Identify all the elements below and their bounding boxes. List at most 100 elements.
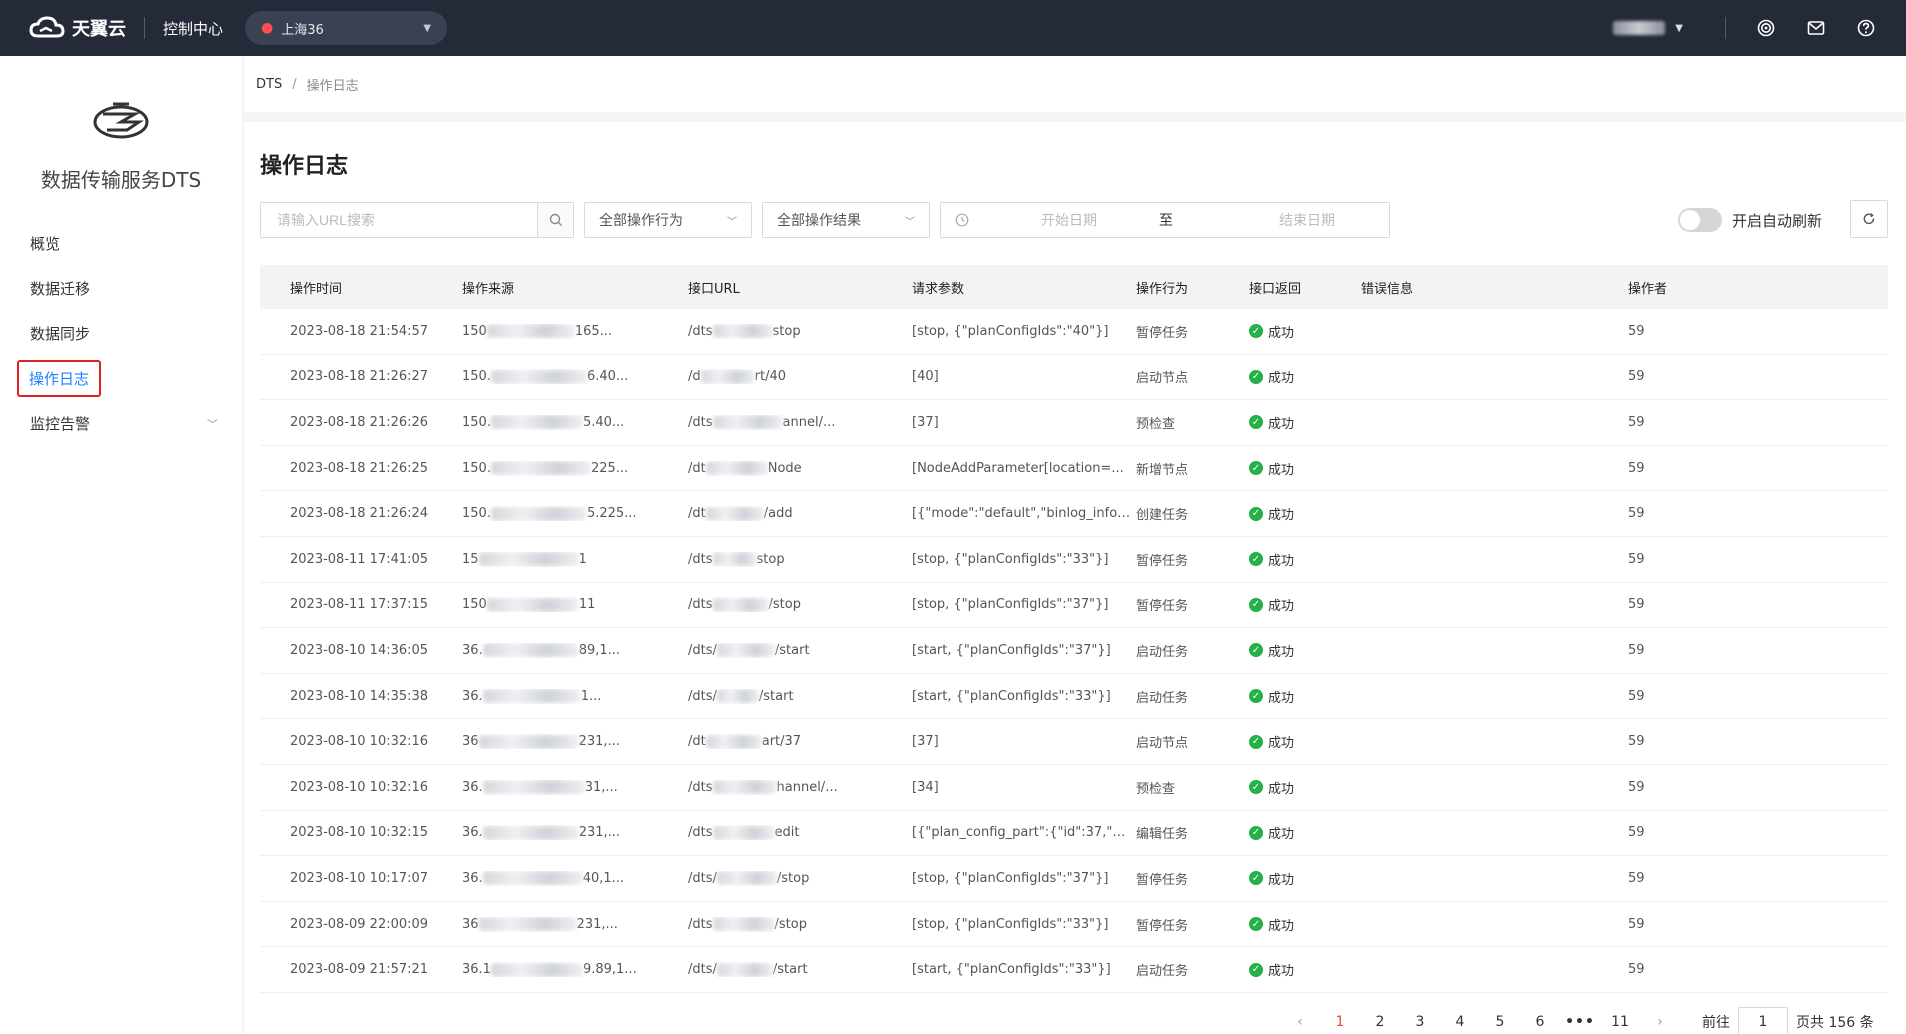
- request-params: [stop, {"planConfigIds":"37"}]: [912, 597, 1109, 613]
- request-params: [start, {"planConfigIds":"33"}]: [912, 962, 1111, 978]
- refresh-icon: [1863, 213, 1875, 225]
- interface-url: /dt art/37: [688, 734, 912, 749]
- interface-result: ✓ 成功: [1249, 823, 1361, 842]
- source-prefix: 36.: [462, 642, 483, 658]
- redacted-url: [716, 962, 773, 977]
- result-filter-select[interactable]: 全部操作结果 ﹀: [762, 202, 930, 238]
- interface-url: /dts stop: [688, 552, 912, 567]
- operation-time: 2023-08-18 21:54:57: [290, 323, 429, 339]
- source-suffix: 231,...: [576, 916, 618, 932]
- auto-refresh-label: 开启自动刷新: [1732, 211, 1823, 230]
- operation-action: 新增节点: [1136, 462, 1189, 478]
- operator: 59: [1628, 460, 1645, 476]
- interface-url: /dts stop: [688, 324, 912, 339]
- brand-logo[interactable]: 天翼云: [28, 15, 126, 41]
- operation-source: 36. 1...: [462, 689, 688, 704]
- operation-action: 暂停任务: [1136, 918, 1189, 934]
- result-text: 成功: [1268, 964, 1295, 980]
- breadcrumb-separator: /: [292, 76, 297, 92]
- url-suffix: /start: [772, 962, 808, 978]
- page-button[interactable]: 4: [1440, 1014, 1480, 1030]
- request-params: [37]: [912, 734, 939, 750]
- cloud-icon: [29, 16, 65, 38]
- operation-action: 暂停任务: [1136, 872, 1189, 888]
- source-prefix: 36: [462, 734, 479, 750]
- date-range-picker[interactable]: 开始日期 至 结束日期: [940, 202, 1390, 238]
- url-suffix: /start: [758, 688, 794, 704]
- url-search: [260, 202, 574, 238]
- sidebar-item-overview[interactable]: 概览: [0, 221, 242, 266]
- page-button[interactable]: 6: [1520, 1014, 1560, 1030]
- operation-source: 150 11: [462, 597, 688, 612]
- sidebar-item-sync[interactable]: 数据同步: [0, 311, 242, 356]
- operation-time: 2023-08-10 14:36:05: [290, 642, 429, 658]
- goto-label: 前往: [1702, 1015, 1730, 1031]
- target-icon[interactable]: [1756, 18, 1776, 38]
- operator: 59: [1628, 323, 1645, 339]
- redacted-url: [712, 780, 777, 795]
- action-filter-select[interactable]: 全部操作行为 ﹀: [584, 202, 752, 238]
- column-header: 接口返回: [1249, 281, 1302, 297]
- operation-source: 36. 31,...: [462, 780, 688, 795]
- auto-refresh-toggle[interactable]: [1678, 208, 1722, 232]
- console-link[interactable]: 控制中心: [163, 18, 223, 39]
- prev-page-button[interactable]: ‹: [1280, 1014, 1320, 1030]
- redacted-url: [712, 324, 773, 339]
- source-prefix: 150: [462, 597, 487, 613]
- page-button[interactable]: 2: [1360, 1014, 1400, 1030]
- region-selector[interactable]: ● 上海36 ▼: [245, 11, 448, 45]
- table-row: 2023-08-10 14:35:38 36. 1... /dts/ /start [st…: [260, 674, 1888, 720]
- search-button[interactable]: [537, 203, 573, 237]
- url-search-input[interactable]: [261, 203, 537, 237]
- page-button[interactable]: 3: [1400, 1014, 1440, 1030]
- sidebar-item-label: 数据迁移: [30, 280, 91, 298]
- next-page-button[interactable]: ›: [1640, 1014, 1680, 1030]
- mail-icon[interactable]: [1806, 18, 1826, 38]
- interface-url: /dts edit: [688, 825, 912, 840]
- sidebar-item-label: 操作日志: [17, 360, 102, 397]
- page-button[interactable]: 1: [1320, 1014, 1360, 1030]
- operation-action: 暂停任务: [1136, 553, 1189, 569]
- date-start-input[interactable]: 开始日期: [1041, 210, 1151, 230]
- page-button[interactable]: 11: [1600, 1014, 1640, 1030]
- refresh-button[interactable]: [1850, 200, 1888, 238]
- url-suffix: hannel/...: [776, 779, 838, 795]
- more-pages-button[interactable]: •••: [1560, 1014, 1600, 1030]
- goto-page-input[interactable]: 1: [1738, 1007, 1788, 1034]
- url-prefix: /dts: [688, 779, 713, 795]
- pagination: ‹ 1 2 3 4 5 6 ••• 11 › 前往 1 页共 156 条: [1280, 1007, 1874, 1034]
- check-circle-icon: ✓: [1249, 825, 1263, 840]
- url-prefix: /dts: [688, 825, 713, 841]
- page-title: 操作日志: [260, 154, 349, 179]
- sidebar-nav: 概览 数据迁移 数据同步 操作日志 监控告警 ﹀: [0, 221, 242, 446]
- url-suffix: edit: [774, 825, 800, 841]
- check-circle-icon: ✓: [1249, 369, 1263, 384]
- date-end-input[interactable]: 结束日期: [1279, 210, 1335, 230]
- table-body: 2023-08-18 21:54:57 150 165... /dts stop [sto…: [260, 309, 1888, 993]
- redacted-ip: [482, 780, 585, 795]
- url-suffix: /stop: [776, 870, 810, 886]
- divider: [1725, 17, 1726, 39]
- interface-result: ✓ 成功: [1249, 459, 1361, 478]
- operation-time: 2023-08-09 21:57:21: [290, 962, 429, 978]
- sidebar-item-migration[interactable]: 数据迁移: [0, 266, 242, 311]
- help-icon[interactable]: [1856, 18, 1876, 38]
- check-circle-icon: ✓: [1249, 643, 1263, 658]
- operator: 59: [1628, 551, 1645, 567]
- operation-source: 150. 5.225...: [462, 506, 688, 521]
- operator: 59: [1628, 916, 1645, 932]
- user-account-name[interactable]: [1613, 21, 1666, 35]
- sidebar-item-label: 监控告警: [30, 415, 91, 433]
- sidebar-item-operation-log[interactable]: 操作日志: [0, 356, 242, 401]
- interface-result: ✓ 成功: [1249, 322, 1361, 341]
- operation-action: 启动节点: [1136, 736, 1189, 752]
- chevron-down-icon: ﹀: [207, 417, 218, 431]
- breadcrumb-root[interactable]: DTS: [256, 77, 282, 92]
- source-suffix: 5.225...: [586, 506, 637, 522]
- result-text: 成功: [1268, 690, 1295, 706]
- check-circle-icon: ✓: [1249, 734, 1263, 749]
- page-button[interactable]: 5: [1480, 1014, 1520, 1030]
- result-text: 成功: [1268, 736, 1295, 752]
- sidebar-item-monitoring[interactable]: 监控告警 ﹀: [0, 401, 242, 446]
- caret-down-icon[interactable]: ▼: [1675, 23, 1683, 34]
